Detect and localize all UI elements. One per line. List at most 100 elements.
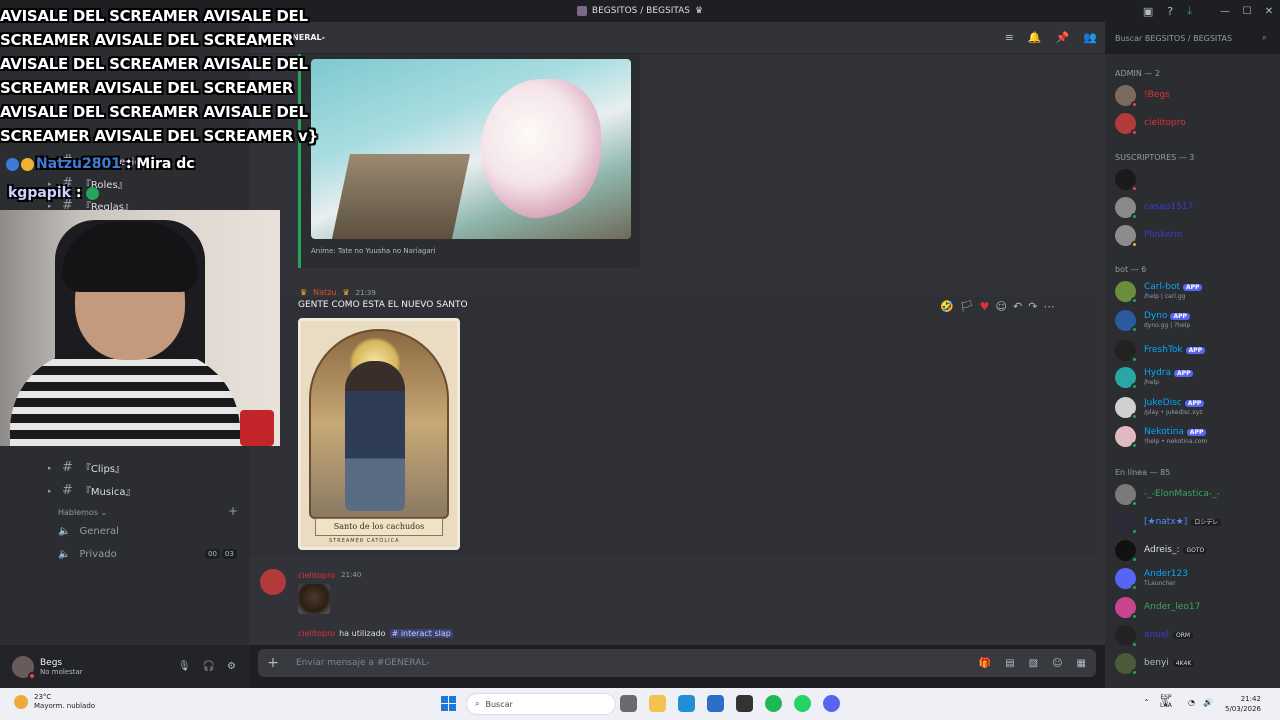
- message-sticker[interactable]: [298, 584, 330, 614]
- member-name: casap1517: [1144, 202, 1194, 212]
- apps-icon[interactable]: ▦: [1077, 658, 1086, 669]
- status-dot: [1131, 297, 1138, 304]
- member-item[interactable]: cielitopro: [1115, 113, 1186, 136]
- member-item[interactable]: Ander_leo17: [1115, 597, 1200, 620]
- file-explorer-icon[interactable]: [649, 695, 666, 712]
- gift-icon[interactable]: 🎁: [979, 658, 991, 669]
- member-item[interactable]: anuel ORM: [1115, 625, 1194, 648]
- emoji-icon[interactable]: ☺: [1052, 658, 1062, 669]
- add-reaction-icon[interactable]: ☺: [996, 300, 1007, 313]
- inbox-icon[interactable]: ▣: [1143, 5, 1153, 18]
- search-input[interactable]: Buscar BEGSITOS / BEGSITAS ⌕: [1110, 28, 1272, 48]
- message-composer[interactable]: + Enviar mensaje a #GENERAL- 🎁 ▤ ▧ ☺ ▦: [258, 649, 1096, 677]
- message-image[interactable]: Santo de los cachudos STREAMER CATÓLICA: [298, 318, 460, 550]
- member-item[interactable]: Nekotina APP !help • nekotina.com: [1115, 426, 1207, 449]
- member-item[interactable]: JukeDisc APP/play • jukedisc.xyz: [1115, 397, 1205, 420]
- channel-item[interactable]: ▸ # 『Musica』: [48, 483, 136, 498]
- app-icon[interactable]: [736, 695, 753, 712]
- avatar[interactable]: [12, 655, 36, 680]
- reply-icon[interactable]: ↶: [1013, 300, 1022, 313]
- avatar[interactable]: [260, 569, 286, 595]
- voice-channel-privado[interactable]: 🔈 Privado: [58, 549, 117, 560]
- member-item[interactable]: !Begs: [1115, 85, 1170, 108]
- member-item[interactable]: Adreis_: GOTO: [1115, 540, 1208, 563]
- spotify-icon[interactable]: [765, 695, 782, 712]
- app-badge: APP: [1186, 429, 1207, 436]
- headphones-icon[interactable]: 🎧: [203, 661, 215, 672]
- channel-item[interactable]: ▸ # 『Clips』: [48, 460, 125, 475]
- member-group-header: SUSCRIPTORES — 3: [1115, 153, 1195, 162]
- weather-widget[interactable]: 23°C Mayorm. nublado: [14, 693, 95, 711]
- avatar: [1115, 625, 1138, 648]
- member-item[interactable]: casap1517: [1115, 197, 1194, 220]
- expand-caret-icon: ▸: [48, 486, 52, 495]
- help-icon[interactable]: ?: [1167, 5, 1173, 18]
- reaction-laugh-icon[interactable]: 🤣: [940, 300, 954, 313]
- forward-icon[interactable]: ↷: [1028, 300, 1037, 313]
- add-channel-icon[interactable]: +: [228, 504, 238, 518]
- volume-icon[interactable]: 🔊: [1203, 698, 1213, 707]
- status-dot: [1131, 356, 1138, 363]
- alert-line: AVISALE DEL SCREAMER AVISALE DEL: [0, 103, 308, 121]
- avatar: [1115, 597, 1138, 620]
- member-item[interactable]: Hydra APP/help: [1115, 367, 1194, 390]
- command-mention[interactable]: # interact slap: [389, 629, 453, 638]
- sticker-icon[interactable]: ▧: [1029, 658, 1038, 669]
- task-view-icon[interactable]: [620, 695, 637, 712]
- minimize-button[interactable]: —: [1214, 6, 1236, 17]
- voice-channel-general[interactable]: 🔈 General: [58, 526, 119, 537]
- app-badge: APP: [1185, 347, 1206, 354]
- avatar: [1115, 225, 1138, 248]
- notification-bell-icon[interactable]: 🔔: [1028, 31, 1042, 44]
- member-list-icon[interactable]: 👥: [1083, 31, 1097, 44]
- message-author[interactable]: Natzu: [313, 288, 336, 297]
- member-item[interactable]: benyi 4K4K: [1115, 653, 1195, 676]
- member-name: Carl-bot: [1144, 282, 1180, 292]
- server-icon: [576, 6, 587, 16]
- tray-chevron-icon[interactable]: ⌃: [1143, 698, 1150, 707]
- language-indicator[interactable]: ESP LAA: [1160, 694, 1172, 710]
- member-item[interactable]: Dyno APP dyno.gg | ?help: [1115, 310, 1190, 333]
- close-button[interactable]: ✕: [1258, 6, 1280, 17]
- windows-taskbar: 23°C Mayorm. nublado ⌕ Buscar ⌃ 🎙 ESP LAA ◔…: [0, 688, 1280, 720]
- member-item[interactable]: [1115, 169, 1144, 192]
- user-name[interactable]: Begs: [40, 658, 83, 668]
- status-dot: [1131, 241, 1138, 248]
- member-item[interactable]: Plinkerin: [1115, 225, 1182, 248]
- whatsapp-icon[interactable]: [794, 695, 811, 712]
- message-author[interactable]: cielitopro: [298, 571, 335, 580]
- member-item[interactable]: Ander123 TLauncher: [1115, 568, 1188, 591]
- member-name: FreshTok: [1144, 345, 1183, 355]
- member-item[interactable]: FreshTok APP: [1115, 340, 1206, 363]
- start-button[interactable]: [441, 696, 456, 711]
- pin-icon[interactable]: 📌: [1056, 31, 1070, 44]
- webcam-overlay: [0, 210, 280, 446]
- member-item[interactable]: -_-ElonMastica-_-: [1115, 484, 1220, 507]
- mic-icon[interactable]: 🎙: [178, 661, 191, 672]
- reaction-flag-icon[interactable]: 🏳: [960, 300, 974, 313]
- system-author[interactable]: cielitopro: [298, 629, 335, 638]
- download-icon[interactable]: ⤓: [1187, 4, 1192, 18]
- member-tag: 4K4K: [1172, 660, 1195, 667]
- store-icon[interactable]: [707, 695, 724, 712]
- gif-icon[interactable]: ▤: [1005, 658, 1014, 669]
- embed-image[interactable]: [311, 59, 631, 239]
- maximize-button[interactable]: ☐: [1236, 6, 1258, 17]
- attach-plus-icon[interactable]: +: [258, 655, 288, 671]
- window-title: BEGSITOS / BEGSITAS: [591, 6, 691, 16]
- category-hablemos[interactable]: Hablemos ⌄: [58, 508, 107, 517]
- settings-gear-icon[interactable]: ⚙: [227, 661, 236, 672]
- wifi-icon[interactable]: ◔: [1188, 698, 1195, 707]
- member-item[interactable]: Carl-bot APP/help | carl.gg: [1115, 281, 1203, 304]
- clock[interactable]: 21:42 5/03/2026: [1225, 694, 1261, 714]
- chat-area: Anime: Tate no Yuusha no Nariagari ♛ Nat…: [250, 54, 1105, 645]
- threads-icon[interactable]: ≡: [1005, 31, 1014, 44]
- more-icon[interactable]: ⋯: [1043, 300, 1054, 313]
- member-item[interactable]: [★natx★] ロシデレ: [1115, 512, 1222, 535]
- message-header: cielitopro 21:40: [298, 571, 361, 580]
- reaction-heart-icon[interactable]: ♥: [980, 300, 990, 313]
- edge-icon[interactable]: [678, 695, 695, 712]
- discord-icon[interactable]: [823, 695, 840, 712]
- avatar: [1115, 85, 1138, 108]
- taskbar-search[interactable]: ⌕ Buscar: [466, 693, 616, 715]
